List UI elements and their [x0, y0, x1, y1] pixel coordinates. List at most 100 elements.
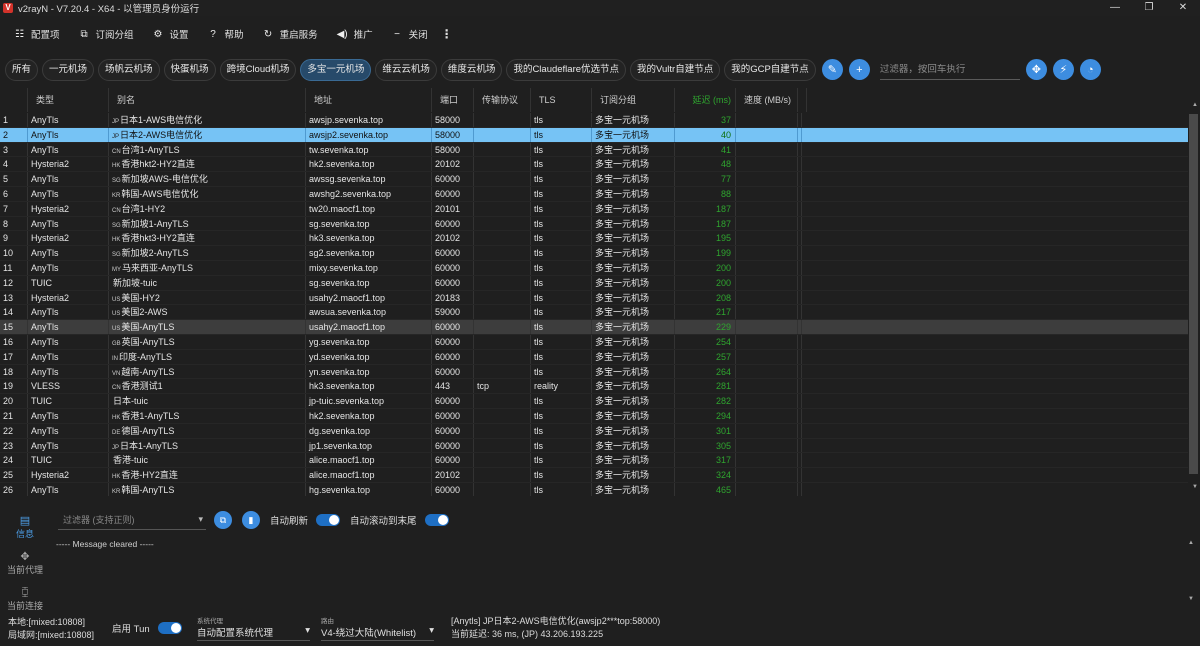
speedtest-icon[interactable]: ⚡ [1052, 59, 1074, 80]
auto-scroll-toggle[interactable] [424, 514, 449, 526]
table-row[interactable]: 15 AnyTls US美国-AnyTLS usahy2.maocf1.top 6000… [0, 320, 1188, 335]
table-row[interactable]: 16 AnyTls GB英国-AnyTLS yg.sevenka.top 60000 tl… [0, 334, 1188, 350]
server-filter-input[interactable] [879, 63, 1020, 75]
cell-tls: tls [531, 482, 592, 496]
node-name: 日本1-AnyTLS [120, 440, 179, 451]
scroll-thumb[interactable] [1189, 114, 1198, 474]
cell-tls: tls [531, 438, 592, 453]
flag-badge: VN [112, 370, 121, 377]
cell-tls: tls [531, 201, 592, 216]
tab-group[interactable]: 多宝一元机场 [300, 58, 372, 81]
table-row[interactable]: 14 AnyTls US美国2-AWS awsua.sevenka.top 59000 t… [0, 305, 1188, 321]
table-row[interactable]: 10 AnyTls SG新加坡2-AnyTLS sg2.sevenka.top 6000… [0, 246, 1188, 261]
scroll-down-icon[interactable]: ▼ [1192, 484, 1198, 490]
table-row[interactable]: 24 TUIC 香港-tuic alice.maocf1.top 60000 tls 多宝一… [0, 453, 1188, 469]
routing-select[interactable]: 路由 V4-绕过大陆(Whitelist) ▾ [321, 615, 434, 641]
flag-badge: DE [112, 429, 121, 436]
tab-group[interactable]: 维度云机场 [440, 58, 503, 81]
tab-group[interactable]: 我的Vultr自建节点 [630, 58, 721, 81]
table-row[interactable]: 1 AnyTls JP日本1-AWS电信优化 awsjp.sevenka.top 580… [0, 113, 1188, 128]
scroll-up-icon[interactable]: ▲ [1192, 102, 1198, 108]
table-row[interactable]: 18 AnyTls VN越南-AnyTLS yn.sevenka.top 60000 tl… [0, 364, 1188, 380]
column-header[interactable]: 别名 [109, 88, 306, 112]
delete-button[interactable]: ▮ [242, 511, 260, 529]
menu-item-subscription[interactable]: ⧉ 订阅分组 [79, 27, 133, 42]
subscription-icon: ⧉ [80, 28, 88, 40]
menu-item-restart[interactable]: ↻ 重启服务 [263, 27, 318, 42]
table-row[interactable]: 12 TUIC 新加坡-tuic sg.sevenka.top 60000 tls 多宝一元… [0, 275, 1188, 291]
table-row[interactable]: 25 Hysteria2 HK香港-HY2直连 alice.maocf1.top 201… [0, 468, 1188, 483]
minimize-icon[interactable]: — [1098, 0, 1132, 16]
cell-tls: tls [531, 334, 592, 349]
table-row[interactable]: 8 AnyTls SG新加坡1-AnyTLS sg.sevenka.top 60000 t… [0, 216, 1188, 232]
menu-item-promote[interactable]: ◀) 推广 [337, 27, 373, 42]
table-row[interactable]: 20 TUIC 日本-tuic jp-tuic.sevenka.top 60000 tls… [0, 394, 1188, 409]
column-header[interactable]: TLS [531, 88, 592, 112]
column-header[interactable]: 延迟 (ms) [675, 88, 736, 112]
table-row[interactable]: 6 AnyTls KR韩国-AWS电信优化 awshg2.sevenka.top 600… [0, 186, 1188, 202]
app-logo-icon: V [3, 3, 13, 13]
side-item-proxy[interactable]: ✥ 当前代理 [0, 544, 50, 580]
column-header[interactable]: 速度 (MB/s) [736, 88, 798, 112]
table-row[interactable]: 22 AnyTls DE德国-AnyTLS dg.sevenka.top 60000 tl… [0, 423, 1188, 439]
log-scrollbar[interactable]: ▲ ▼ [1188, 536, 1197, 608]
cell-tls: tls [531, 364, 592, 379]
table-row[interactable]: 9 Hysteria2 HK香港hkt3-HY2直连 hk3.sevenka.top 2… [0, 231, 1188, 247]
log-scroll-up-icon[interactable]: ▲ [1188, 540, 1194, 546]
close-window-icon[interactable]: ✕ [1166, 0, 1200, 16]
table-scrollbar[interactable]: ▲ ▼ [1188, 88, 1200, 496]
tab-group[interactable]: 我的GCP自建节点 [724, 58, 816, 81]
gear-icon: ⚙ [153, 28, 163, 40]
table-row[interactable]: 7 Hysteria2 CN台湾1-HY2 tw20.maocf1.top 20101 t… [0, 201, 1188, 217]
column-header[interactable]: 地址 [306, 88, 432, 112]
column-header[interactable]: 订阅分组 [592, 88, 675, 112]
column-header[interactable] [0, 88, 28, 112]
table-row[interactable]: 11 AnyTls MY马来西亚-AnyTLS mixy.sevenka.top 600… [0, 260, 1188, 276]
log-filter[interactable]: 过滤器 (支持正则) ▾ [58, 510, 206, 530]
copy-button[interactable]: ⧉ [214, 511, 232, 529]
log-scroll-down-icon[interactable]: ▼ [1188, 596, 1194, 602]
table-row[interactable]: 13 Hysteria2 US美国-HY2 usahy2.maocf1.top 2018… [0, 290, 1188, 306]
cell-n: 11 [0, 260, 28, 275]
server-filter[interactable] [879, 60, 1020, 80]
tab-group[interactable]: 维云云机场 [375, 58, 437, 81]
cell-tls: tls [531, 290, 592, 305]
table-row[interactable]: 3 AnyTls CN台湾1-AnyTLS tw.sevenka.top 58000 tl… [0, 142, 1188, 158]
maximize-icon[interactable]: ❐ [1132, 0, 1166, 16]
sysproxy-select[interactable]: 系统代理 自动配置系统代理 ▾ [197, 615, 310, 641]
table-row[interactable]: 19 VLESS CN香港测试1 hk3.sevenka.top 443 tcp reali… [0, 379, 1188, 395]
node-name: 印度-AnyTLS [119, 351, 173, 362]
cell-delay: 257 [675, 349, 736, 364]
gauge-icon[interactable]: ◔ [1079, 59, 1101, 80]
tab-group[interactable]: 快蛋机场 [163, 58, 216, 81]
menu-item-close[interactable]: − 关闭 [392, 27, 427, 42]
table-row[interactable]: 21 AnyTls HK香港1-AnyTLS hk2.sevenka.top 60000… [0, 408, 1188, 424]
table-row[interactable]: 2 AnyTls JP日本2-AWS电信优化 awsjp2.sevenka.top 58… [0, 127, 1188, 143]
table-row[interactable]: 4 Hysteria2 HK香港hkt2-HY2直连 hk2.sevenka.top 2… [0, 157, 1188, 173]
auto-refresh-toggle[interactable] [316, 514, 341, 526]
column-header[interactable]: 传输协议 [474, 88, 531, 112]
side-item-connection[interactable]: ⧮ 当前连接 [0, 580, 50, 616]
column-header[interactable]: 端口 [432, 88, 474, 112]
edit-group-button[interactable]: ✎ [821, 59, 843, 80]
table-row[interactable]: 26 AnyTls KR韩国-AnyTLS hg.sevenka.top 60000 tl… [0, 482, 1188, 496]
cell-tls: tls [531, 320, 592, 334]
table-row[interactable]: 5 AnyTls SG新加坡AWS-电信优化 awssg.sevenka.top 600… [0, 172, 1188, 187]
more-menu-icon[interactable]: ⋮ [441, 27, 453, 41]
move-icon[interactable]: ✥ [1025, 59, 1047, 80]
table-row[interactable]: 23 AnyTls JP日本1-AnyTLS jp1.sevenka.top 60000… [0, 438, 1188, 454]
side-item-info[interactable]: ▤ 信息 [0, 508, 50, 544]
tun-toggle[interactable] [157, 622, 182, 634]
menu-item-gear[interactable]: ⚙ 设置 [153, 27, 189, 42]
tab-group[interactable]: 所有 [5, 58, 39, 81]
add-group-button[interactable]: + [848, 59, 870, 80]
menu-item-help[interactable]: ? 帮助 [208, 27, 243, 42]
sysproxy-caption: 系统代理 [197, 618, 223, 625]
tab-group[interactable]: 跨境Cloud机场 [219, 58, 297, 81]
menu-item-config[interactable]: ☷ 配置项 [14, 27, 60, 42]
tab-group[interactable]: 场帆云机场 [98, 58, 160, 81]
tab-group[interactable]: 我的Claudeflare优选节点 [506, 58, 627, 81]
column-header[interactable]: 类型 [28, 88, 109, 112]
tab-group[interactable]: 一元机场 [42, 58, 95, 81]
table-row[interactable]: 17 AnyTls IN印度-AnyTLS yd.sevenka.top 60000 tl… [0, 349, 1188, 365]
